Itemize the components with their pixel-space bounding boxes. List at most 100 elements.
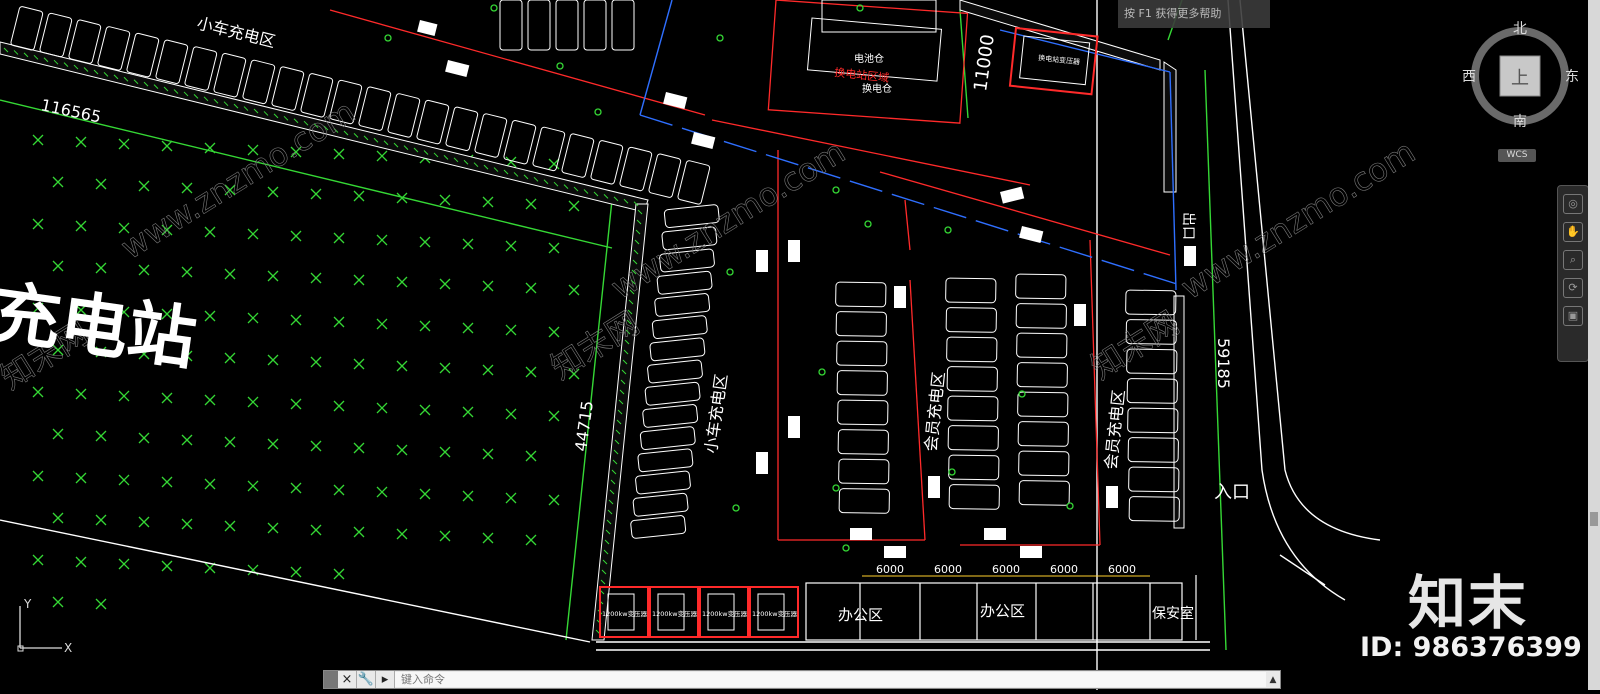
member-bay-col-3: [1015, 273, 1067, 300]
left-parking-bay: [651, 315, 708, 340]
grass-x-mark: [482, 280, 494, 292]
lane-arrow: [850, 528, 872, 540]
grass-x-mark: [419, 320, 431, 332]
grass-x-mark: [376, 486, 388, 498]
grass-x-mark: [310, 440, 322, 452]
grass-x-mark: [75, 220, 87, 232]
navigation-bar[interactable]: ◎ ✋ ⌕ ⟳ ▣: [1557, 185, 1589, 362]
grass-x-mark: [224, 352, 236, 364]
grass-x-mark: [396, 276, 408, 288]
brand-logo: 知末: [1408, 569, 1529, 637]
compass-south[interactable]: 南: [1513, 114, 1527, 130]
grass-x-mark: [462, 322, 474, 334]
grass-x-mark: [95, 514, 107, 526]
grass-x-mark: [118, 138, 130, 150]
grass-x-mark: [439, 194, 451, 206]
dim-swap: 11000: [970, 33, 999, 93]
grass-x-mark: [462, 406, 474, 418]
grass-x-mark: [396, 528, 408, 540]
vertical-scrollbar[interactable]: [1588, 0, 1600, 690]
command-line[interactable]: × 🔧 ▸ ▲: [323, 670, 1281, 689]
viewcube-top-label: 上: [1511, 68, 1529, 89]
top-parking-bay: [213, 53, 247, 98]
left-parking-bay: [632, 492, 689, 517]
settings-icon[interactable]: 🔧: [357, 671, 376, 688]
showmotion-icon[interactable]: ▣: [1563, 306, 1583, 326]
grass-x-mark: [224, 520, 236, 532]
wcs-menu-button[interactable]: WCS: [1498, 149, 1536, 162]
command-prompt-icon[interactable]: ▸: [376, 671, 395, 688]
pan-icon[interactable]: ✋: [1563, 222, 1583, 242]
left-parking-bay: [642, 404, 699, 428]
close-icon[interactable]: ×: [338, 671, 357, 688]
steering-wheel-icon[interactable]: ◎: [1563, 194, 1583, 214]
grass-x-mark: [32, 218, 44, 230]
top-parking-bay: [126, 32, 160, 78]
lane-arrows: [417, 19, 1196, 558]
grass-x-mark: [525, 366, 537, 378]
compass-east[interactable]: 东: [1565, 69, 1579, 85]
command-input[interactable]: [395, 672, 1266, 687]
dim-right: 59185: [1214, 338, 1233, 389]
label-left-zone: 小车充电区: [701, 373, 731, 455]
top-parking-bay: [358, 86, 392, 131]
orbit-icon[interactable]: ⟳: [1563, 278, 1583, 298]
command-grip-icon[interactable]: [324, 671, 338, 688]
grass-x-mark: [95, 262, 107, 274]
top-parking-bay: [532, 126, 566, 172]
grass-x-mark: [290, 314, 302, 326]
scrollbar-thumb[interactable]: [1590, 512, 1598, 526]
lane-arrow: [984, 528, 1006, 540]
label-office-2: 办公区: [980, 602, 1025, 620]
grass-x-mark: [267, 270, 279, 282]
grass-x-mark: [505, 492, 517, 504]
tree-dot: [490, 4, 498, 12]
top-parking-bay: [97, 26, 131, 71]
lane-arrow: [756, 452, 768, 474]
grass-x-mark: [247, 396, 259, 408]
compass-north[interactable]: 北: [1513, 21, 1527, 37]
member-bay-col-3: [1018, 480, 1070, 506]
grass-x-mark: [525, 534, 537, 546]
member-bay-col-1: [837, 399, 889, 426]
grass-x-mark: [118, 474, 130, 486]
tree-dot: [384, 34, 392, 42]
member-bay-col-1: [838, 458, 890, 485]
grass-x-mark: [333, 232, 345, 244]
left-parking-bay: [644, 381, 701, 406]
grass-x-mark: [525, 450, 537, 462]
command-history-icon[interactable]: ▲: [1266, 675, 1280, 685]
grass-x-mark: [290, 482, 302, 494]
grass-x-mark: [310, 524, 322, 536]
viewcube[interactable]: 上 北 南 东 西: [1462, 18, 1579, 130]
left-parking-bay: [649, 337, 706, 362]
grass-x-mark: [419, 488, 431, 500]
lane-arrow: [1000, 186, 1025, 204]
grass-x-mark: [118, 390, 130, 402]
left-parking-bay: [630, 515, 687, 539]
watermark-url-1: www.znzmo.com: [114, 92, 362, 266]
left-parking-bay: [635, 470, 691, 495]
grass-x-mark: [333, 316, 345, 328]
tree-dot: [1066, 502, 1074, 510]
grass-x-mark: [75, 556, 87, 568]
lane-arrow: [756, 250, 768, 272]
grass-x-mark: [525, 198, 537, 210]
grass-x-mark: [353, 442, 365, 454]
tree-dot: [832, 186, 840, 194]
label-entrance: 入口: [1214, 482, 1250, 503]
grass-x-mark: [138, 180, 150, 192]
top-parking-bay: [648, 153, 682, 198]
drawing-canvas[interactable]: 1200kw变压器 1200kw变压器 1200kw变压器 1200kw变压器 www…: [0, 0, 1600, 690]
top-parking-bay: [10, 6, 44, 51]
zoom-icon[interactable]: ⌕: [1563, 250, 1583, 270]
member-bay-col-3: [1017, 421, 1069, 447]
compass-west[interactable]: 西: [1462, 69, 1476, 85]
grass-x-mark: [333, 148, 345, 160]
grass-x-mark: [32, 554, 44, 566]
grass-x-marks: [32, 134, 580, 610]
grass-x-mark: [75, 136, 87, 148]
grass-x-mark: [161, 560, 173, 572]
lane-arrow: [894, 286, 906, 308]
grass-x-mark: [204, 226, 216, 238]
